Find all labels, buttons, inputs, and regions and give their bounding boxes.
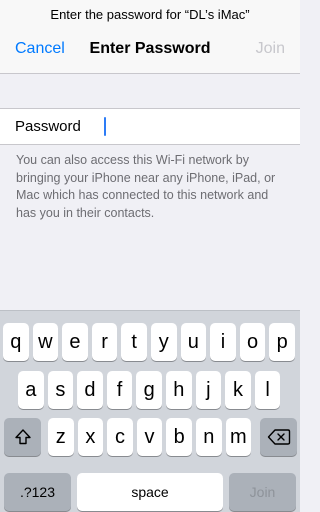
key-f[interactable]: f: [106, 371, 133, 409]
key-t[interactable]: t: [121, 323, 147, 361]
key-y[interactable]: y: [151, 323, 177, 361]
key-d[interactable]: d: [77, 371, 103, 409]
key-n[interactable]: n: [196, 418, 222, 456]
key-a[interactable]: a: [18, 371, 44, 409]
backspace-key[interactable]: [260, 418, 297, 456]
key-u[interactable]: u: [180, 323, 207, 361]
key-b[interactable]: b: [166, 418, 192, 456]
key-o[interactable]: o: [239, 323, 266, 361]
cancel-button[interactable]: Cancel: [15, 40, 65, 58]
key-j[interactable]: j: [195, 371, 222, 409]
key-r[interactable]: r: [91, 323, 118, 361]
key-i[interactable]: i: [210, 323, 236, 361]
key-w[interactable]: w: [32, 323, 59, 361]
keyboard-join-key[interactable]: Join: [229, 473, 296, 511]
nav-row: Enter Password Cancel Join: [0, 40, 300, 64]
text-caret: [104, 117, 106, 136]
key-m[interactable]: m: [225, 418, 252, 456]
key-e[interactable]: e: [62, 323, 88, 361]
password-prompt: Enter the password for “DL’s iMac”: [50, 7, 250, 22]
shift-key[interactable]: [4, 418, 41, 456]
key-g[interactable]: g: [136, 371, 162, 409]
key-x[interactable]: x: [77, 418, 104, 456]
info-text: You can also access this Wi-Fi network b…: [16, 153, 276, 220]
key-k[interactable]: k: [225, 371, 251, 409]
key-z[interactable]: z: [48, 418, 74, 456]
join-button[interactable]: Join: [256, 40, 285, 58]
key-l[interactable]: l: [254, 371, 281, 409]
space-key[interactable]: space: [77, 473, 223, 511]
key-h[interactable]: h: [166, 371, 192, 409]
password-row[interactable]: Password: [0, 108, 300, 145]
numbers-key[interactable]: .?123: [4, 473, 71, 511]
shift-icon: [14, 428, 32, 446]
key-v[interactable]: v: [136, 418, 163, 456]
keyboard: .?123 space Join qwertyuiop asdfghjkl zxcv…: [0, 310, 300, 512]
backspace-icon: [267, 428, 291, 446]
navigation-bar: Enter the password for “DL’s iMac” Enter…: [0, 0, 300, 74]
password-input[interactable]: [102, 113, 292, 141]
key-s[interactable]: s: [47, 371, 74, 409]
key-q[interactable]: q: [3, 323, 29, 361]
key-c[interactable]: c: [107, 418, 133, 456]
key-p[interactable]: p: [269, 323, 295, 361]
password-label: Password: [15, 118, 81, 135]
